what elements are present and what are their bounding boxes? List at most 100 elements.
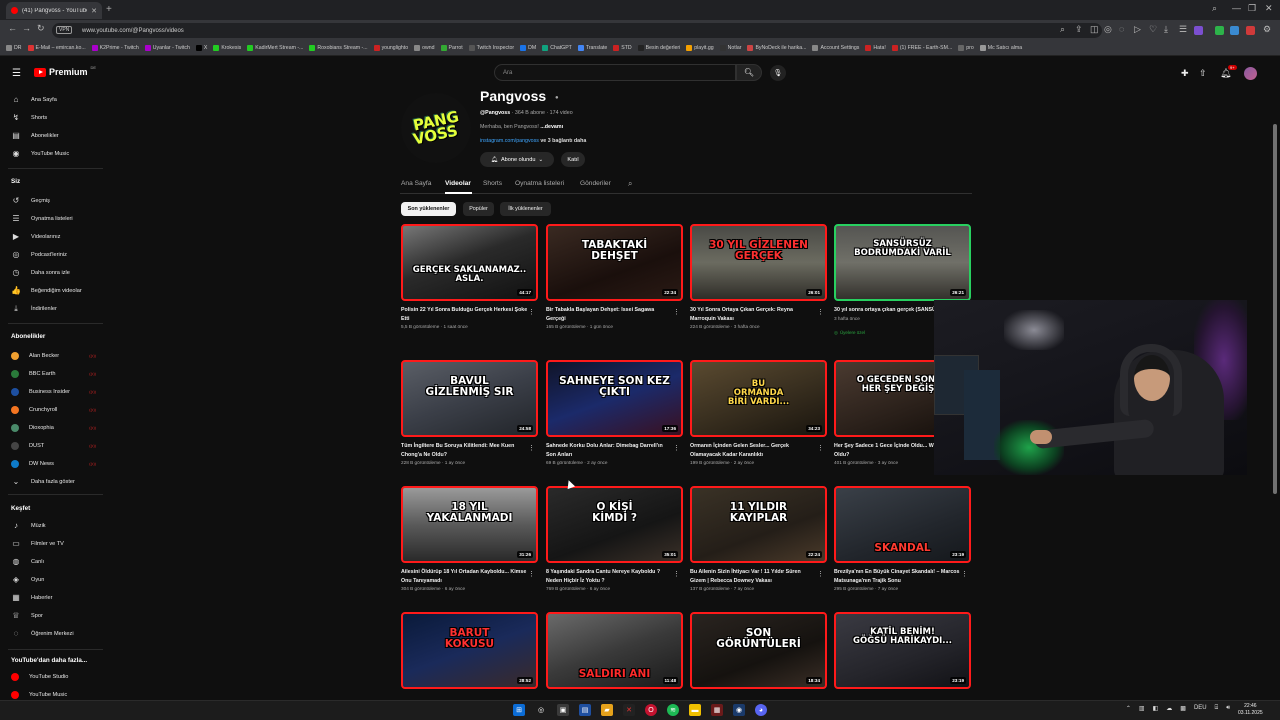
keyboard-language[interactable]: DEU bbox=[1194, 705, 1207, 712]
tab-shorts[interactable]: Shorts bbox=[483, 180, 502, 187]
video-card[interactable]: SALDIRI ANI 11:48 bbox=[546, 612, 684, 689]
tab-posts[interactable]: Gönderiler bbox=[580, 180, 611, 187]
video-title[interactable]: Tüm İngiltere Bu Soruya Kilitlendi: Mee … bbox=[401, 442, 529, 459]
sidebar-item[interactable]: ☰ Oynatma listeleri bbox=[11, 212, 106, 225]
bookmark-item[interactable]: Account Settings bbox=[812, 45, 859, 51]
bookmark-item[interactable]: KadirMert Stream -... bbox=[247, 45, 303, 51]
sidebar-item[interactable]: Crunchyroll ((•)) bbox=[11, 403, 106, 416]
sidebar-item[interactable]: ▭ Filmler ve TV bbox=[11, 537, 106, 550]
sidebar-item[interactable]: ♪ Müzik bbox=[11, 519, 106, 532]
video-card[interactable]: TABAKTAKİ DEHŞET 22:34 Bir Tabakla Başlaya… bbox=[546, 224, 684, 329]
channel-link[interactable]: instagram.com/pangvoss bbox=[480, 138, 539, 144]
sidebar-item[interactable]: 👍 Beğendiğim videolar bbox=[11, 284, 106, 297]
video-card[interactable]: BAVUL GİZLENMİŞ SIR 24:58 Tüm İngiltere Bu… bbox=[401, 360, 539, 465]
video-thumbnail[interactable]: GERÇEK SAKLANAMAZ.. ASLA. 44:17 bbox=[401, 224, 538, 301]
more-options-icon[interactable]: ⋮ bbox=[817, 308, 824, 316]
bookmark-item[interactable]: DR bbox=[6, 45, 22, 51]
bookmark-item[interactable]: K2Prime - Twitch bbox=[91, 45, 139, 51]
bookmark-item[interactable]: Notlar bbox=[719, 45, 741, 51]
video-title[interactable]: Polisin 22 Yıl Sonra Bulduğu Gerçek Herk… bbox=[401, 306, 529, 323]
menu-icon[interactable]: ☰ bbox=[1179, 24, 1187, 35]
bookmark-item[interactable]: Besin değerleri bbox=[637, 45, 680, 51]
bookmark-item[interactable]: Twitch Inspector bbox=[468, 45, 514, 51]
sidebar-item[interactable]: ◉ YouTube Music bbox=[11, 147, 106, 160]
more-options-icon[interactable]: ⋮ bbox=[961, 570, 968, 578]
subscribed-button[interactable]: 🔔︎ Abone olundu ⌄ bbox=[480, 152, 554, 167]
bookmark-item[interactable]: DM bbox=[520, 45, 536, 51]
video-title[interactable]: Bu Ailenin Sizin İhtiyacı Var ! 11 Yıldı… bbox=[690, 568, 818, 585]
network-icon[interactable]: ⌸ bbox=[1215, 705, 1219, 712]
steam-icon[interactable]: ◉ bbox=[733, 704, 745, 716]
video-thumbnail[interactable]: TABAKTAKİ DEHŞET 22:34 bbox=[546, 224, 683, 301]
opera-gx-icon[interactable]: O bbox=[645, 704, 657, 716]
tray-chevron-icon[interactable]: ⌃ bbox=[1126, 705, 1131, 712]
video-title[interactable]: Brezilya'nın En Büyük Cinayet Skandalı! … bbox=[834, 568, 962, 585]
video-card[interactable]: SKANDAL 23:19 Brezilya'nın En Büyük Cinaye… bbox=[834, 486, 972, 591]
video-thumbnail[interactable]: SANSÜRSÜZ BODRUMDAKİ VARİL 26:21 bbox=[834, 224, 971, 301]
sidebar-item[interactable]: ◈ Oyun bbox=[11, 573, 106, 586]
bookmark-item[interactable]: younglighto bbox=[373, 45, 408, 51]
bookmark-item[interactable]: playit.gg bbox=[686, 45, 714, 51]
sidebar-item[interactable]: ▶ Videolarınız bbox=[11, 230, 106, 243]
more-options-icon[interactable]: ⋮ bbox=[528, 444, 535, 452]
video-thumbnail[interactable]: 18 YIL YAKALANMADI 31:26 bbox=[401, 486, 538, 563]
windows-start-icon[interactable]: ⊞ bbox=[513, 704, 525, 716]
video-title[interactable]: Ormanın İçinden Gelen Sesler... Gerçek O… bbox=[690, 442, 818, 459]
video-title[interactable]: Sahnede Korku Dolu Anlar: Dimebag Darrel… bbox=[546, 442, 674, 459]
download-icon[interactable]: ⤓ bbox=[1164, 24, 1168, 35]
url-field[interactable]: www.youtube.com/@Pangvoss/videos bbox=[52, 23, 1102, 38]
tray-app3-icon[interactable]: ▩ bbox=[1180, 705, 1186, 712]
channel-more-links[interactable]: ve 3 bağlantı daha bbox=[539, 138, 586, 144]
sidebar-item[interactable]: ◎ Podcast'leriniz bbox=[11, 248, 106, 261]
bookmark-item[interactable]: ownd bbox=[414, 45, 435, 51]
bookmark-item[interactable]: ChatGPT bbox=[542, 45, 572, 51]
chip-latest[interactable]: Son yüklenenler bbox=[401, 202, 456, 216]
file-explorer-icon[interactable]: ▰ bbox=[601, 704, 613, 716]
channel-links[interactable]: instagram.com/pangvoss ve 3 bağlantı dah… bbox=[480, 138, 586, 144]
more-options-icon[interactable]: ⋮ bbox=[673, 308, 680, 316]
maximize-icon[interactable]: ❐ bbox=[1248, 3, 1256, 14]
video-title[interactable]: Ailesini Öldürüp 18 Yıl Ortadan Kayboldu… bbox=[401, 568, 529, 585]
voice-search-button[interactable]: 🎙︎ bbox=[770, 65, 786, 81]
video-thumbnail[interactable]: SALDIRI ANI 11:48 bbox=[546, 612, 683, 689]
player-icon[interactable]: ▷ bbox=[1134, 24, 1141, 35]
screenshot-icon[interactable]: ◫ bbox=[1090, 24, 1099, 35]
taskbar-app3-icon[interactable]: ▦ bbox=[711, 704, 723, 716]
bookmark-item[interactable]: X bbox=[195, 45, 207, 51]
search-button[interactable]: 🔍︎ bbox=[736, 64, 762, 81]
settings-icon[interactable]: ⚙ bbox=[1263, 24, 1271, 35]
bookmark-item[interactable]: pro bbox=[958, 45, 974, 51]
create-icon[interactable]: ✚ bbox=[1181, 68, 1189, 79]
video-card[interactable]: SAHNEYE SON KEZ ÇIKTI 17:36 Sahnede Korku … bbox=[546, 360, 684, 465]
video-card[interactable]: 18 YIL YAKALANMADI 31:26 Ailesini Öldürüp … bbox=[401, 486, 539, 591]
join-button[interactable]: Katıl bbox=[561, 152, 585, 167]
sidebar-item[interactable]: ◷ Daha sonra izle bbox=[11, 266, 106, 279]
close-window-icon[interactable]: ✕ bbox=[1265, 3, 1273, 14]
more-options-icon[interactable]: ⋮ bbox=[528, 570, 535, 578]
video-thumbnail[interactable]: SKANDAL 23:19 bbox=[834, 486, 971, 563]
browser-tab[interactable]: (41) Pangvoss - YouTube ✕ bbox=[6, 2, 102, 19]
video-card[interactable]: SON GÖRÜNTÜLERİ 18:34 bbox=[690, 612, 828, 689]
video-title[interactable]: 8 Yaşındaki Sandra Cantu Nereye Kayboldu… bbox=[546, 568, 674, 585]
chip-popular[interactable]: Popüler bbox=[463, 202, 494, 216]
bookmark-item[interactable]: ByNoDeck ile harika... bbox=[747, 45, 806, 51]
bookmark-item[interactable]: Krokesis bbox=[213, 45, 241, 51]
bookmark-item[interactable]: (1) FREE - Earth-SM... bbox=[891, 45, 952, 51]
sidebar-item[interactable]: ▤ Abonelikler bbox=[11, 129, 106, 142]
search-input[interactable]: Ara bbox=[494, 64, 736, 81]
sidebar-item[interactable]: Business Insider ((•)) bbox=[11, 385, 106, 398]
sidebar-item[interactable]: BBC Earth ((•)) bbox=[11, 367, 106, 380]
sidebar-item[interactable]: ▦ Haberler bbox=[11, 591, 106, 604]
sidebar-item[interactable]: Alan Becker ((•)) bbox=[11, 349, 106, 362]
bookmark-item[interactable]: STD bbox=[613, 45, 632, 51]
channel-avatar[interactable]: PANG VOSS bbox=[401, 93, 471, 163]
bookmark-item[interactable]: Mc Satıcı alma bbox=[979, 45, 1022, 51]
discord-icon[interactable]: ◕ bbox=[755, 704, 767, 716]
video-thumbnail[interactable]: BARUT KOKUSU 28:52 bbox=[401, 612, 538, 689]
sidebar-heading-you[interactable]: Siz bbox=[11, 178, 20, 185]
sidebar-item[interactable]: Dioxophia ((•)) bbox=[11, 421, 106, 434]
upload-icon[interactable]: ⇧ bbox=[1199, 68, 1207, 79]
sidebar-item[interactable]: ⌄ Daha fazla göster bbox=[11, 475, 106, 488]
youtube-premium-logo[interactable]: Premium DE bbox=[34, 65, 96, 77]
sidebar-item[interactable]: DUST ((•)) bbox=[11, 439, 106, 452]
